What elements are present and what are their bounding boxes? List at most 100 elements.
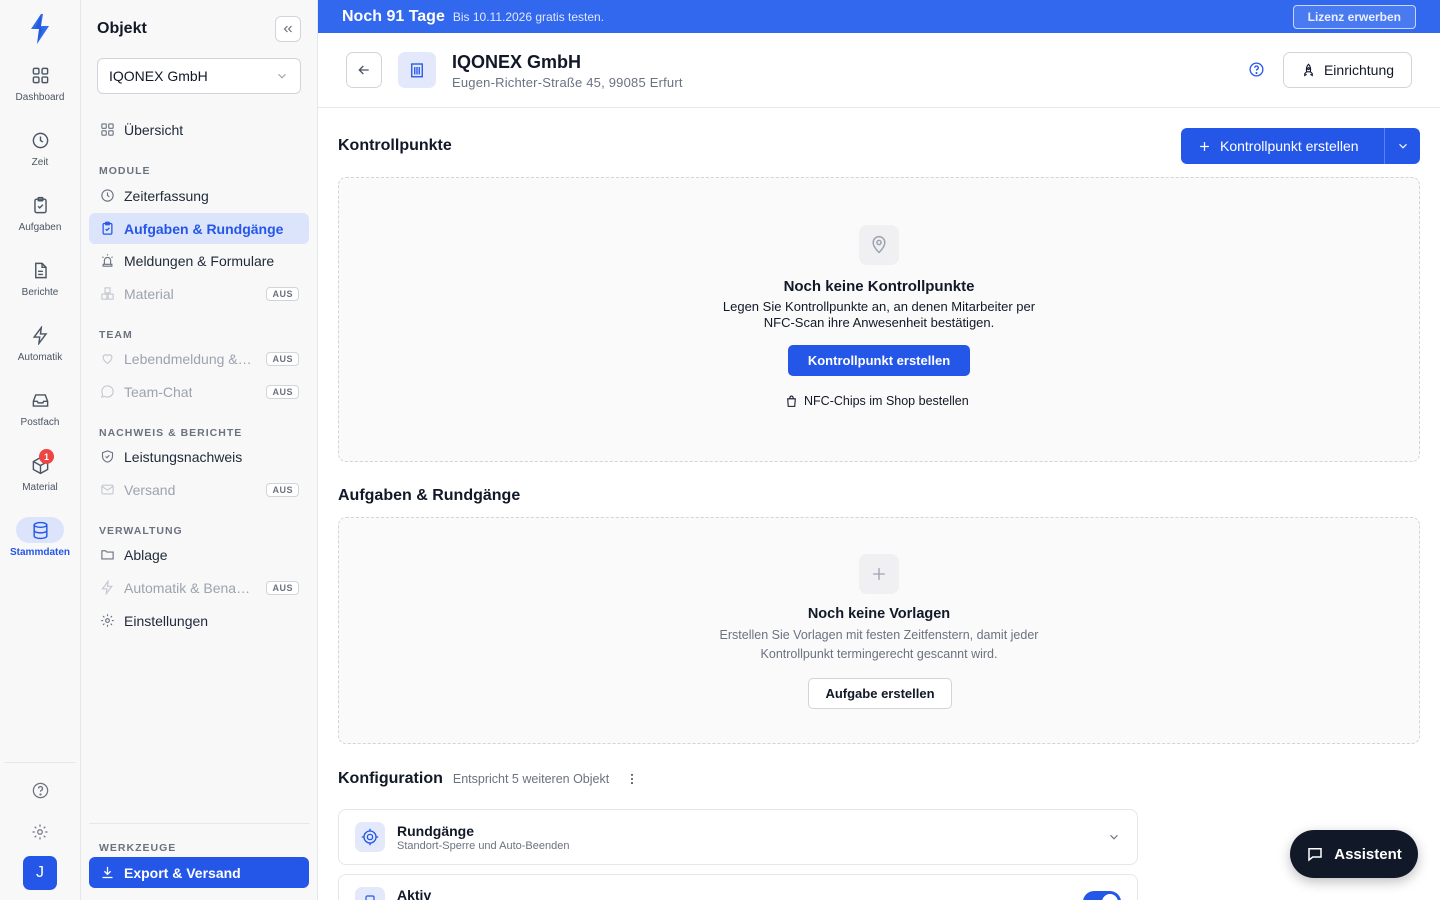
sidebar-item-label: Zeiterfassung (124, 187, 209, 204)
app-logo-icon[interactable] (27, 12, 53, 46)
tasks-empty-state: Noch keine Vorlagen Erstellen Sie Vorlag… (338, 517, 1420, 744)
nfc-shop-link[interactable]: NFC-Chips im Shop bestellen (785, 394, 969, 408)
export-versand-button[interactable]: Export & Versand (89, 857, 309, 888)
section-title-konfiguration: Konfiguration (338, 770, 443, 787)
shopping-bag-icon (785, 395, 798, 408)
clock-icon (99, 188, 115, 204)
section-heading-verwaltung: VERWALTUNG (99, 525, 183, 537)
arrow-left-icon (358, 65, 369, 75)
user-avatar[interactable]: J (23, 856, 57, 890)
rail-item-material[interactable]: 1 Material (0, 449, 80, 510)
setup-button[interactable]: Einrichtung (1283, 52, 1412, 88)
database-icon (16, 517, 64, 543)
building-icon (398, 52, 436, 88)
create-task-button[interactable]: Aufgabe erstellen (808, 678, 952, 709)
trial-text: Bis 10.11.2026 gratis testen. (452, 9, 605, 24)
gear-icon[interactable] (28, 820, 52, 844)
object-select-value: IQONEX GmbH (109, 68, 208, 84)
rail-item-zeit[interactable]: Zeit (0, 127, 80, 185)
sidebar-item-meldungen[interactable]: Meldungen & Formulare (89, 245, 309, 276)
object-header: IQONEX GmbH Eugen-Richter-Straße 45, 990… (318, 33, 1440, 108)
plus-icon (1197, 139, 1212, 154)
rail-label: Aufgaben (18, 222, 62, 233)
section-title-aufgaben: Aufgaben & Rundgänge (338, 487, 521, 504)
folder-icon (99, 547, 115, 563)
rail-label: Material (22, 482, 58, 493)
sidebar-item-einstellungen[interactable]: Einstellungen (89, 605, 309, 636)
help-circle-icon[interactable] (28, 778, 52, 802)
config-card-rundgaenge[interactable]: Rundgänge Standort-Sperre und Auto-Beend… (338, 809, 1138, 865)
divider (89, 823, 309, 824)
sidebar-item-label: Automatik & Benachrichtigungen (124, 579, 252, 596)
create-checkpoint-button[interactable]: Kontrollpunkt erstellen (1181, 128, 1384, 164)
chat-bubble-icon (99, 384, 115, 400)
off-badge: AUS (266, 384, 299, 399)
chevron-down-icon (275, 69, 289, 83)
assistant-button[interactable]: Assistent (1290, 830, 1418, 878)
grid-icon (16, 62, 64, 88)
create-checkpoint-split-button: Kontrollpunkt erstellen (1181, 128, 1420, 164)
mail-icon (99, 482, 115, 498)
object-name: IQONEX GmbH (452, 52, 582, 72)
sidebar-title: Objekt (97, 20, 147, 37)
empty-create-checkpoint-button[interactable]: Kontrollpunkt erstellen (788, 345, 970, 376)
sidebar-item-label: Ablage (124, 546, 168, 563)
object-select[interactable]: IQONEX GmbH (97, 58, 301, 94)
collapse-sidebar-button[interactable] (275, 16, 301, 42)
plus-icon (859, 554, 899, 594)
rail-item-aufgaben[interactable]: Aufgaben (0, 192, 80, 250)
create-options-dropdown[interactable] (1384, 128, 1420, 164)
config-card-title: Rundgänge (397, 823, 474, 839)
trial-banner: Noch 91 Tage Bis 10.11.2026 gratis teste… (318, 0, 1440, 33)
siren-icon (99, 253, 115, 269)
tablet-icon (355, 887, 385, 900)
config-card-aktiv: Aktiv (338, 874, 1138, 900)
off-badge: AUS (266, 286, 299, 301)
more-vertical-icon[interactable] (625, 772, 639, 786)
sidebar-item-label: Meldungen & Formulare (124, 252, 275, 269)
rail-item-postfach[interactable]: Postfach (0, 387, 80, 445)
gear-icon (99, 613, 115, 629)
sidebar-item-aufgaben-rundgaenge[interactable]: Aufgaben & Rundgänge (89, 213, 309, 244)
grid-icon (99, 122, 115, 138)
sidebar-item-team-chat[interactable]: Team-Chat AUS (89, 376, 309, 407)
checkpoints-empty-state: Noch keine Kontrollpunkte Legen Sie Kont… (338, 177, 1420, 462)
sidebar-item-zeiterfassung[interactable]: Zeiterfassung (89, 180, 309, 211)
help-circle-icon[interactable] (1248, 61, 1265, 78)
sidebar-item-ablage[interactable]: Ablage (89, 539, 309, 570)
section-title-kontrollpunkte: Kontrollpunkte (338, 137, 452, 154)
target-icon (355, 822, 385, 852)
icon-rail: Dashboard Zeit Aufgaben Berichte Automat… (0, 0, 81, 900)
back-button[interactable] (346, 52, 382, 88)
off-badge: AUS (266, 482, 299, 497)
clipboard-check-icon (16, 192, 64, 218)
section-heading-module: MODULE (99, 165, 151, 177)
sidebar-item-lebendmeldung[interactable]: Lebendmeldung & Alleinarbeit AUS (89, 343, 309, 374)
export-label: Export & Versand (124, 864, 241, 881)
config-card-title: Aktiv (397, 887, 432, 900)
chevron-down-icon (1107, 830, 1121, 844)
rail-item-berichte[interactable]: Berichte (0, 257, 80, 315)
chevron-down-icon (1398, 143, 1407, 149)
sidebar-item-uebersicht[interactable]: Übersicht (89, 114, 309, 145)
active-toggle[interactable] (1083, 891, 1121, 900)
nfc-shop-label: NFC-Chips im Shop bestellen (804, 394, 969, 408)
empty-title: Noch keine Vorlagen (807, 606, 951, 622)
object-address: Eugen-Richter-Straße 45, 99085 Erfurt (452, 75, 683, 90)
rail-item-stammdaten[interactable]: Stammdaten (0, 517, 80, 575)
license-button[interactable]: Lizenz erwerben (1292, 4, 1416, 29)
empty-description: Legen Sie Kontrollpunkte an, an denen Mi… (722, 299, 1036, 330)
configuration-header: Konfiguration Entspricht 5 weiteren Obje… (338, 770, 639, 788)
rail-item-dashboard[interactable]: Dashboard (0, 62, 80, 120)
sidebar-item-material[interactable]: Material AUS (89, 278, 309, 309)
rail-label: Stammdaten (9, 547, 70, 558)
divider (4, 762, 76, 763)
configuration-subtitle: Entspricht 5 weiteren Objekt (452, 772, 610, 786)
sidebar-item-versand[interactable]: Versand AUS (89, 474, 309, 505)
sidebar-item-label: Einstellungen (124, 612, 209, 629)
sidebar-item-leistungsnachweis[interactable]: Leistungsnachweis (89, 441, 309, 472)
sidebar-item-automatik[interactable]: Automatik & Benachrichtigungen AUS (89, 572, 309, 603)
heart-icon (99, 351, 115, 367)
rail-item-automatik[interactable]: Automatik (0, 322, 80, 380)
box-icon: 1 (16, 449, 64, 478)
